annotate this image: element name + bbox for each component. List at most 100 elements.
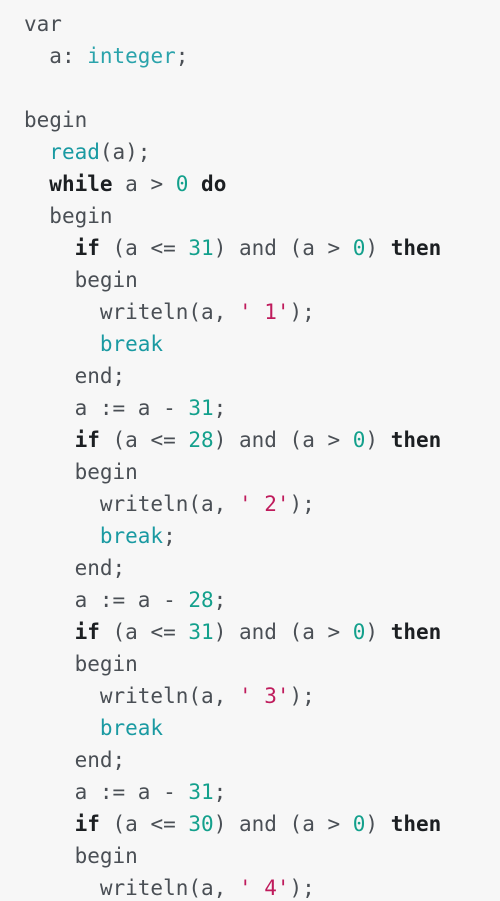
code-token-number: 0 [352, 428, 366, 452]
code-line: a := a - 31; [0, 776, 500, 808]
code-line: begin [0, 200, 500, 232]
code-line: a: integer; [0, 40, 500, 72]
code-token-plain: begin [74, 652, 138, 676]
code-line: break [0, 712, 500, 744]
code-token-string: ' 1' [238, 300, 290, 324]
code-token-number: 31 [188, 620, 214, 644]
code-token-plain: begin [74, 268, 138, 292]
code-token-number: 31 [188, 396, 214, 420]
code-line: writeln(a, ' 4'); [0, 872, 500, 901]
code-line: a := a - 28; [0, 584, 500, 616]
code-token-keyword: then [390, 620, 442, 644]
code-token-plain: a := a - [74, 396, 189, 420]
code-line: begin [0, 840, 500, 872]
code-token-plain: (a <= [99, 620, 189, 644]
code-token-keyword: if [74, 236, 100, 260]
code-block[interactable]: var a: integer; begin read(a); while a > … [0, 0, 500, 901]
code-line: end; [0, 360, 500, 392]
code-token-plain: begin [74, 460, 138, 484]
code-token-keyword: do [201, 172, 227, 196]
code-token-builtin: break [99, 524, 164, 548]
code-token-plain: end; [74, 556, 126, 580]
code-line: begin [0, 648, 500, 680]
code-line: begin [0, 264, 500, 296]
code-token-string: ' 2' [238, 492, 290, 516]
code-token-plain: ); [289, 300, 315, 324]
code-line: read(a); [0, 136, 500, 168]
code-token-plain: ) and (a > [213, 428, 353, 452]
code-token-plain: ) and (a > [213, 812, 353, 836]
code-token-keyword: then [390, 428, 442, 452]
code-line: if (a <= 31) and (a > 0) then [0, 232, 500, 264]
code-token-plain: (a); [99, 140, 151, 164]
code-token-string: ' 4' [238, 876, 290, 900]
code-token-plain: begin [24, 108, 88, 132]
code-token-plain: writeln(a, [99, 684, 239, 708]
code-line: end; [0, 744, 500, 776]
code-token-plain: ; [213, 588, 227, 612]
code-token-plain: ; [163, 524, 176, 548]
code-token-keyword: then [390, 812, 442, 836]
code-token-plain: ; [213, 396, 227, 420]
code-token-plain: end; [74, 748, 126, 772]
code-token-plain: ) [365, 428, 391, 452]
code-token-plain: ; [213, 780, 227, 804]
code-token-plain: ) [365, 812, 391, 836]
code-line: begin [0, 104, 500, 136]
code-token-plain: end; [74, 364, 126, 388]
code-token-plain: writeln(a, [99, 492, 239, 516]
code-token-plain: ) and (a > [213, 620, 353, 644]
code-token-plain: a := a - [74, 780, 189, 804]
code-line: writeln(a, ' 3'); [0, 680, 500, 712]
code-token-number: 31 [188, 236, 214, 260]
code-line: if (a <= 28) and (a > 0) then [0, 424, 500, 456]
code-token-plain: (a <= [99, 428, 189, 452]
code-line: end; [0, 552, 500, 584]
code-token-number: 0 [352, 620, 366, 644]
code-line: writeln(a, ' 1'); [0, 296, 500, 328]
code-token-number: 28 [188, 588, 214, 612]
code-token-plain: a > [112, 172, 176, 196]
code-token-plain: begin [49, 204, 113, 228]
code-token-plain: ; [175, 44, 189, 68]
code-token-number: 0 [352, 236, 366, 260]
code-token-plain: begin [74, 844, 138, 868]
code-token-plain: ) [365, 620, 391, 644]
code-token-keyword: then [390, 236, 442, 260]
code-token-plain: ) [365, 236, 391, 260]
code-token-plain: ); [289, 492, 315, 516]
code-token-builtin: read [49, 140, 100, 164]
code-token-number: 0 [352, 812, 366, 836]
code-token-string: ' 3' [238, 684, 290, 708]
code-token-plain: (a <= [99, 812, 189, 836]
code-token-keyword: if [74, 428, 100, 452]
code-line: if (a <= 30) and (a > 0) then [0, 808, 500, 840]
code-token-number: 28 [188, 428, 214, 452]
code-token-number: 31 [188, 780, 214, 804]
code-token-number: 30 [188, 812, 214, 836]
code-token-plain: ); [289, 876, 315, 900]
code-line: a := a - 31; [0, 392, 500, 424]
code-line: begin [0, 456, 500, 488]
code-token-builtin: break [99, 332, 164, 356]
